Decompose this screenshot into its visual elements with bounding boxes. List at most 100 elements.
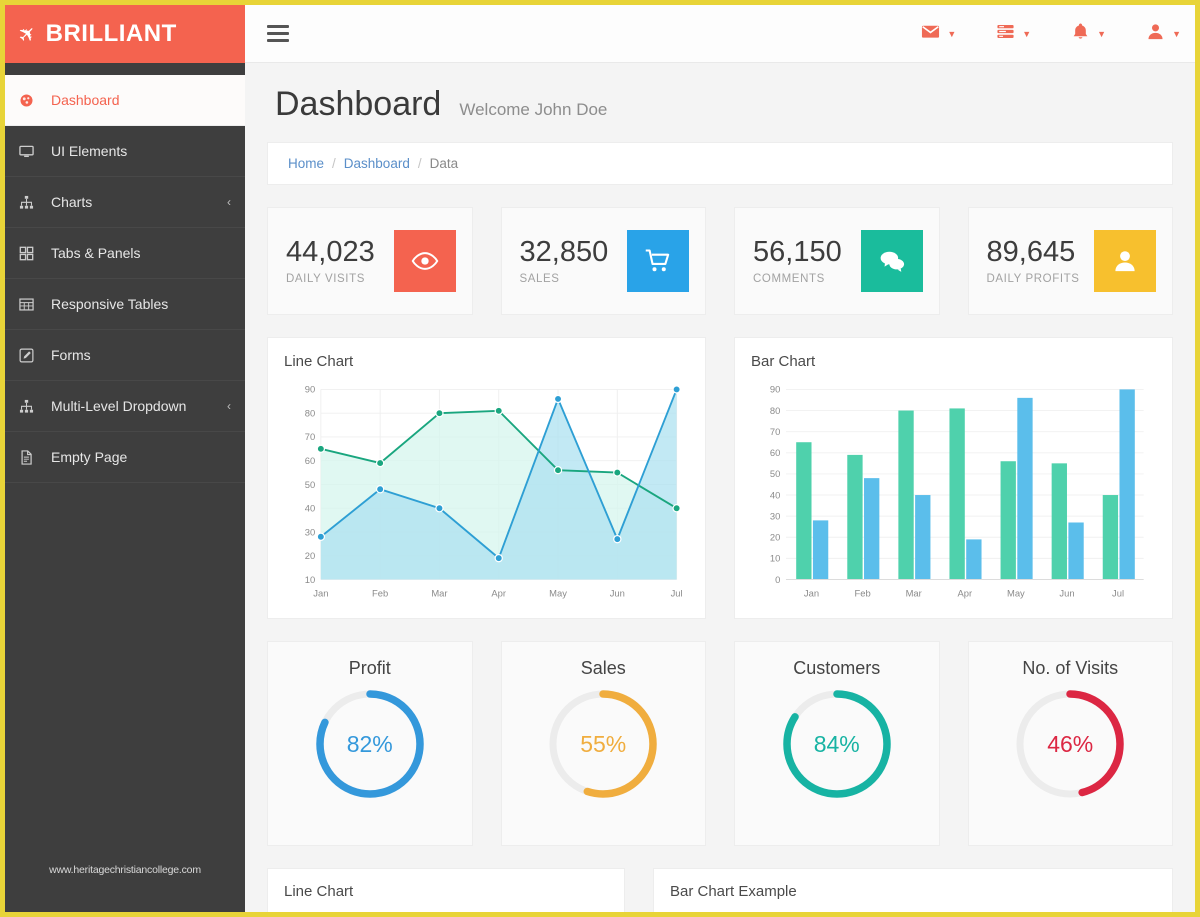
sidebar-nav: Dashboard UI Elements Charts ‹ Tabs & Panels…: [5, 75, 245, 483]
chevron-left-icon: ‹: [227, 399, 231, 413]
sidebar-item-charts[interactable]: Charts ‹: [5, 177, 245, 228]
page-header: Dashboard Welcome John Doe: [267, 63, 1173, 142]
svg-text:80: 80: [305, 407, 315, 418]
bell-menu[interactable]: ▼: [1071, 22, 1106, 46]
sidebar: ✈ BRILLIANT Dashboard UI Elements Charts ‹ T…: [5, 5, 245, 912]
stat-text: 32,850 SALES: [519, 236, 609, 285]
sidebar-item-label: Charts: [51, 194, 93, 210]
gauge-ring: 82%: [311, 685, 429, 803]
gauge-value: 84%: [813, 730, 860, 757]
stat-value: 56,150: [753, 236, 842, 269]
sidebar-item-label: Forms: [51, 347, 91, 363]
breadcrumb-dashboard[interactable]: Dashboard: [344, 156, 410, 171]
svg-text:90: 90: [305, 384, 315, 395]
stat-value: 89,645: [986, 236, 1076, 269]
gauge-value: 82%: [346, 730, 393, 757]
stat-value: 32,850: [519, 236, 609, 269]
sidebar-item-ui-elements[interactable]: UI Elements: [5, 126, 245, 177]
svg-text:Jan: Jan: [804, 587, 819, 598]
svg-text:May: May: [1007, 587, 1025, 598]
svg-text:80: 80: [770, 405, 780, 416]
stat-label: COMMENTS: [753, 272, 825, 285]
th-large-icon: [19, 246, 51, 261]
svg-text:20: 20: [770, 532, 780, 543]
svg-text:Feb: Feb: [854, 587, 870, 598]
bar-chart-title: Bar Chart: [751, 353, 816, 370]
bottom-bar-chart-card: Bar Chart Example: [653, 868, 1173, 912]
topbar: ▼ ▼ ▼ ▼: [245, 5, 1195, 63]
gauge-title: No. of Visits: [1022, 658, 1119, 678]
envelope-menu[interactable]: ▼: [921, 22, 956, 46]
line-chart-card: Line Chart 10 20 30 40 50 60 70 80 90 Jan Feb Mar Ap…: [267, 337, 706, 619]
app-window: ✈ BRILLIANT Dashboard UI Elements Charts ‹ T…: [0, 0, 1200, 917]
chevron-down-icon: ▼: [1022, 28, 1032, 39]
breadcrumb-separator: /: [417, 156, 422, 171]
sidebar-item-multi-level-dropdown[interactable]: Multi-Level Dropdown ‹: [5, 381, 245, 432]
bottom-line-chart-title: Line Chart: [284, 883, 354, 900]
eye-icon: [393, 230, 456, 292]
svg-text:50: 50: [305, 479, 315, 490]
hamburger-icon[interactable]: [267, 21, 289, 46]
charts-row: Line Chart 10 20 30 40 50 60 70 80 90 Jan Feb Mar Ap…: [267, 337, 1173, 619]
svg-text:10: 10: [305, 574, 315, 585]
table-icon: [19, 297, 51, 312]
sidebar-item-empty-page[interactable]: Empty Page: [5, 432, 245, 483]
gauge-card-sales: Sales 55%: [500, 641, 706, 846]
svg-text:20: 20: [305, 550, 315, 561]
gauge-title: Customers: [793, 658, 881, 678]
stat-card-sales: 32,850 SALES: [500, 207, 706, 315]
sitemap-icon: [19, 399, 51, 414]
svg-text:Mar: Mar: [431, 587, 447, 598]
gauge-ring: 55%: [544, 685, 662, 803]
page-title: Dashboard: [275, 85, 442, 123]
breadcrumb: Home / Dashboard / Data: [267, 142, 1173, 185]
gauge-card-no-of-visits: No. of Visits 46%: [967, 641, 1173, 846]
bar-chart-svg: 0 10 20 30 40 50 60 70 80 90 Jan Feb Mar Apr May Jun Jul: [770, 384, 1144, 598]
chevron-down-icon: ▼: [1172, 28, 1181, 39]
gauge-value: 46%: [1047, 730, 1094, 757]
sidebar-item-tabs-panels[interactable]: Tabs & Panels: [5, 228, 245, 279]
user-menu[interactable]: ▼: [1146, 22, 1181, 46]
stat-card-daily-visits: 44,023 DAILY VISITS: [267, 207, 473, 315]
breadcrumb-home[interactable]: Home: [288, 156, 324, 171]
stat-card-daily-profits: 89,645 DAILY PROFITS: [967, 207, 1173, 315]
sidebar-item-forms[interactable]: Forms: [5, 330, 245, 381]
file-icon: [19, 449, 51, 465]
chevron-left-icon: ‹: [227, 195, 231, 209]
sidebar-item-label: Multi-Level Dropdown: [51, 398, 187, 414]
sidebar-item-label: Dashboard: [51, 92, 120, 108]
gauges-row: Profit 82% Sales 55% Customers 84% No. of Visi…: [267, 641, 1173, 846]
gauge-card-profit: Profit 82%: [267, 641, 473, 846]
sidebar-item-responsive-tables[interactable]: Responsive Tables: [5, 279, 245, 330]
brand-logo[interactable]: ✈ BRILLIANT: [5, 5, 245, 63]
tasks-icon: [996, 22, 1015, 46]
svg-text:Apr: Apr: [491, 587, 506, 598]
bar-chart-card: Bar Chart 0 10 20 30 40 50 60 70 80 90 Jan Feb Mar Ap…: [734, 337, 1173, 619]
welcome-text: Welcome John Doe: [459, 100, 608, 119]
stat-card-comments: 56,150 COMMENTS: [734, 207, 940, 315]
gauge-ring: 46%: [1011, 685, 1129, 803]
user-icon: [1146, 22, 1165, 46]
svg-text:60: 60: [770, 447, 780, 458]
svg-text:Jul: Jul: [1112, 587, 1124, 598]
svg-text:Mar: Mar: [906, 587, 922, 598]
comments-icon: [860, 230, 923, 292]
bottom-cards-row: Line Chart Bar Chart Example: [267, 868, 1173, 912]
stat-text: 56,150 COMMENTS: [753, 236, 842, 285]
cart-icon: [627, 230, 689, 292]
svg-text:Jun: Jun: [610, 587, 625, 598]
tasks-menu[interactable]: ▼: [996, 22, 1031, 46]
svg-text:70: 70: [770, 426, 780, 437]
sidebar-item-label: Responsive Tables: [51, 296, 169, 312]
desktop-icon: [19, 144, 51, 159]
svg-text:Jun: Jun: [1059, 587, 1074, 598]
sidebar-item-label: Empty Page: [51, 449, 128, 465]
gauge-card-customers: Customers 84%: [734, 641, 940, 846]
gauge-ring: 84%: [778, 685, 896, 803]
stat-label: DAILY PROFITS: [986, 272, 1080, 285]
bottom-bar-chart-title: Bar Chart Example: [670, 883, 797, 900]
sidebar-item-dashboard[interactable]: Dashboard: [5, 75, 245, 126]
svg-text:0: 0: [775, 574, 780, 585]
sidebar-item-label: UI Elements: [51, 143, 128, 159]
sitemap-icon: [19, 195, 51, 210]
